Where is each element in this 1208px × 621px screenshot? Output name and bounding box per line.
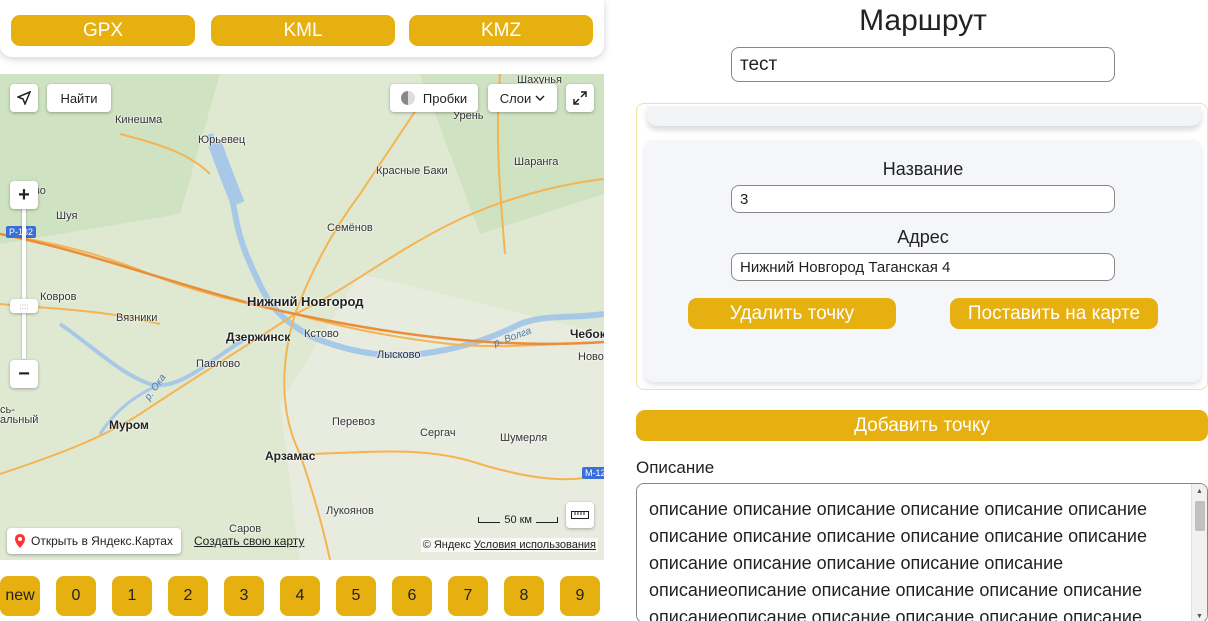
expand-icon <box>573 91 587 105</box>
point-card: Название Адрес Удалить точку Поставить н… <box>645 140 1201 382</box>
description-scrollbar[interactable]: ▲ ▼ <box>1191 484 1207 621</box>
city-label: Лысково <box>377 349 421 361</box>
point-name-input[interactable] <box>731 185 1115 213</box>
city-label: Павлово <box>196 358 241 370</box>
location-arrow-icon <box>17 91 31 105</box>
layers-button[interactable]: Слои <box>488 84 557 112</box>
city-label: Арзамас <box>265 449 316 463</box>
zoom-slider-track[interactable] <box>22 209 26 359</box>
city-label: Кинешма <box>115 114 163 126</box>
point-button-8[interactable]: 8 <box>504 576 544 616</box>
city-label: Перевоз <box>332 416 376 428</box>
city-label: Вязники <box>116 312 158 324</box>
city-label: альный <box>0 414 39 426</box>
app-root: GPX KML KMZ Шахунья Кинешма Урень Юрьеве… <box>0 0 1208 621</box>
points-panel: Название Адрес Удалить точку Поставить н… <box>636 103 1208 390</box>
add-point-button[interactable]: Добавить точку <box>636 410 1208 441</box>
map-tiles <box>0 74 604 560</box>
point-button-2[interactable]: 2 <box>168 576 208 616</box>
chevron-down-icon <box>535 94 545 101</box>
attribution-prefix: © Яндекс <box>422 539 471 551</box>
point-address-label: Адрес <box>897 227 949 247</box>
map-view[interactable]: Шахунья Кинешма Урень Юрьевец Шаранга Кр… <box>0 74 604 560</box>
scroll-up-icon[interactable]: ▲ <box>1196 488 1203 495</box>
city-label: Шаранга <box>514 156 559 168</box>
collapsed-point-card <box>647 106 1201 126</box>
city-label: Кстово <box>304 328 339 340</box>
point-button-7[interactable]: 7 <box>448 576 488 616</box>
city-label: Красные Баки <box>376 165 448 177</box>
city-label: Семёнов <box>327 222 373 234</box>
terms-link[interactable]: Условия использования <box>474 539 596 551</box>
city-label: Шуя <box>56 210 78 222</box>
city-label: Ковров <box>40 291 77 303</box>
scale-line-right <box>536 517 558 523</box>
plus-icon: + <box>18 183 30 206</box>
point-button-3[interactable]: 3 <box>224 576 264 616</box>
scroll-thumb[interactable] <box>1195 501 1205 531</box>
route-name-input[interactable] <box>731 47 1115 82</box>
map-scale: 50 км <box>478 514 558 526</box>
city-label: Юрьевец <box>198 134 246 146</box>
create-map-link[interactable]: Создать свою карту <box>194 534 304 548</box>
description-textarea[interactable]: описание описание описание описание опис… <box>636 483 1208 621</box>
city-label: Муром <box>109 418 149 432</box>
grip-icon: :::: <box>19 301 29 311</box>
delete-point-button[interactable]: Удалить точку <box>688 298 896 329</box>
minus-icon: − <box>18 362 30 385</box>
open-yandex-label: Открыть в Яндекс.Картах <box>31 534 173 548</box>
export-gpx-button[interactable]: GPX <box>11 15 195 46</box>
city-label: Ново <box>578 351 604 363</box>
scale-line-left <box>478 517 501 523</box>
layers-label: Слои <box>499 90 532 106</box>
route-title: Маршрут <box>859 4 987 37</box>
city-label: Шумерля <box>500 432 548 444</box>
description-label: Описание <box>636 458 715 477</box>
open-in-yandex-link[interactable]: Открыть в Яндекс.Картах <box>7 528 181 554</box>
export-toolbar: GPX KML KMZ <box>0 0 604 57</box>
export-kmz-button[interactable]: KMZ <box>409 15 593 46</box>
point-button-0[interactable]: 0 <box>56 576 96 616</box>
zoom-out-button[interactable]: − <box>10 360 38 388</box>
traffic-icon <box>400 91 415 105</box>
city-label: Чебок <box>570 327 604 341</box>
city-label: Сергач <box>420 427 456 439</box>
city-label: Нижний Новгород <box>247 294 364 309</box>
map-pin-icon <box>15 534 25 548</box>
point-button-5[interactable]: 5 <box>336 576 376 616</box>
point-address-input[interactable] <box>731 253 1115 281</box>
ruler-button[interactable] <box>566 502 594 528</box>
city-label: Лукоянов <box>326 505 374 517</box>
city-label: Дзержинск <box>226 330 291 344</box>
point-button-new[interactable]: new <box>0 576 40 616</box>
zoom-slider-handle[interactable]: :::: <box>10 299 38 313</box>
export-kml-button[interactable]: KML <box>211 15 395 46</box>
map-attribution: © Яндекс Условия использования <box>420 538 598 552</box>
traffic-label: Пробки <box>422 90 468 106</box>
point-name-label: Название <box>882 159 964 179</box>
zoom-in-button[interactable]: + <box>10 181 38 209</box>
geolocation-button[interactable] <box>10 84 38 112</box>
point-button-6[interactable]: 6 <box>392 576 432 616</box>
point-button-9[interactable]: 9 <box>560 576 600 616</box>
ruler-icon <box>571 511 589 519</box>
find-button[interactable]: Найти <box>47 84 111 112</box>
place-on-map-button[interactable]: Поставить на карте <box>950 298 1158 329</box>
point-button-1[interactable]: 1 <box>112 576 152 616</box>
description-text: описание описание описание описание опис… <box>649 499 1147 621</box>
fullscreen-button[interactable] <box>566 84 594 112</box>
traffic-button[interactable]: Пробки <box>390 84 478 112</box>
point-button-4[interactable]: 4 <box>280 576 320 616</box>
scale-label: 50 км <box>504 514 532 526</box>
scroll-down-icon[interactable]: ▼ <box>1196 613 1203 620</box>
road-sign: М-12 <box>582 467 604 479</box>
